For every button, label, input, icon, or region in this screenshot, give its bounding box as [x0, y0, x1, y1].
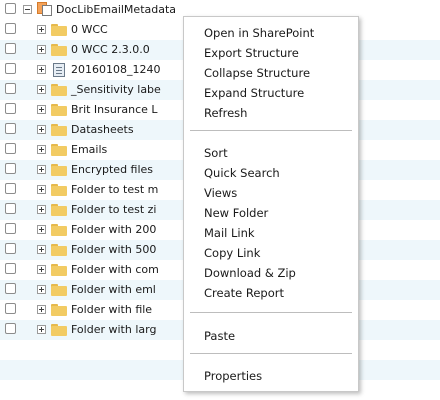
row-checkbox[interactable] [5, 263, 16, 274]
folder-icon [51, 304, 67, 316]
menu-item-expand-structure[interactable]: Expand Structure [204, 85, 304, 101]
expand-icon[interactable] [37, 205, 46, 214]
menu-item-export-structure[interactable]: Export Structure [204, 45, 299, 61]
menu-item-sort[interactable]: Sort [204, 145, 228, 161]
folder-icon [51, 224, 67, 236]
menu-item-open-in-sharepoint[interactable]: Open in SharePoint [204, 25, 314, 41]
menu-separator [190, 130, 352, 131]
expand-icon[interactable] [37, 45, 46, 54]
tree-row-label[interactable]: 0 WCC 2.3.0.0 [71, 43, 150, 57]
row-checkbox[interactable] [5, 103, 16, 114]
row-checkbox[interactable] [5, 323, 16, 334]
folder-icon [51, 124, 67, 136]
folder-icon [51, 184, 67, 196]
row-checkbox[interactable] [5, 223, 16, 234]
folder-icon [51, 284, 67, 296]
tree-row-label[interactable]: _Sensitivity labe [71, 83, 161, 97]
menu-item-collapse-structure[interactable]: Collapse Structure [204, 65, 310, 81]
menu-item-new-folder[interactable]: New Folder [204, 205, 268, 221]
row-checkbox[interactable] [5, 203, 16, 214]
context-menu: Open in SharePoint Export Structure Coll… [183, 16, 359, 392]
tree-row-label[interactable]: 0 WCC [71, 23, 108, 37]
menu-item-quick-search[interactable]: Quick Search [204, 165, 280, 181]
folder-icon [51, 164, 67, 176]
row-checkbox[interactable] [5, 123, 16, 134]
folder-icon [51, 244, 67, 256]
row-checkbox[interactable] [5, 83, 16, 94]
row-checkbox[interactable] [5, 43, 16, 54]
row-checkbox[interactable] [5, 163, 16, 174]
menu-item-create-report[interactable]: Create Report [204, 285, 284, 301]
tree-row-label[interactable]: Folder with larg [71, 323, 156, 337]
document-icon [53, 63, 65, 77]
row-checkbox[interactable] [5, 3, 16, 14]
expand-icon[interactable] [37, 165, 46, 174]
menu-item-views[interactable]: Views [204, 185, 237, 201]
row-checkbox[interactable] [5, 63, 16, 74]
folder-icon [51, 324, 67, 336]
menu-item-properties[interactable]: Properties [204, 368, 262, 384]
expand-icon[interactable] [37, 25, 46, 34]
tree-row-label[interactable]: Folder with 500 [71, 243, 156, 257]
row-checkbox[interactable] [5, 23, 16, 34]
row-checkbox[interactable] [5, 243, 16, 254]
tree-row-label[interactable]: Datasheets [71, 123, 134, 137]
menu-item-paste[interactable]: Paste [204, 328, 235, 344]
tree-row-label[interactable]: Folder with com [71, 263, 159, 277]
menu-item-mail-link[interactable]: Mail Link [204, 225, 255, 241]
expand-icon[interactable] [37, 85, 46, 94]
expand-icon[interactable] [37, 125, 46, 134]
collapse-icon[interactable] [23, 5, 32, 14]
tree-row-label[interactable]: Folder with eml [71, 283, 156, 297]
document-library-icon [37, 2, 52, 16]
row-checkbox[interactable] [5, 303, 16, 314]
tree-row-label[interactable]: Folder to test zi [71, 203, 156, 217]
folder-icon [51, 44, 67, 56]
expand-icon[interactable] [37, 265, 46, 274]
menu-item-refresh[interactable]: Refresh [204, 105, 247, 121]
row-checkbox[interactable] [5, 143, 16, 154]
expand-icon[interactable] [37, 245, 46, 254]
folder-icon [51, 144, 67, 156]
expand-icon[interactable] [37, 305, 46, 314]
folder-icon [51, 84, 67, 96]
tree-row-label[interactable]: Emails [71, 143, 107, 157]
tree-row-label[interactable]: Folder with file [71, 303, 152, 317]
tree-row-label[interactable]: Folder with 200 [71, 223, 156, 237]
menu-separator [190, 312, 352, 313]
row-checkbox[interactable] [5, 183, 16, 194]
folder-icon [51, 264, 67, 276]
menu-separator [190, 353, 352, 354]
tree-row-label[interactable]: Folder to test m [71, 183, 158, 197]
expand-icon[interactable] [37, 285, 46, 294]
tree-root-label[interactable]: DocLibEmailMetadata [56, 3, 176, 17]
expand-icon[interactable] [37, 105, 46, 114]
menu-item-download-zip[interactable]: Download & Zip [204, 265, 296, 281]
expand-icon[interactable] [37, 145, 46, 154]
row-checkbox[interactable] [5, 283, 16, 294]
folder-icon [51, 104, 67, 116]
tree-row-label[interactable]: 20160108_1240 [71, 63, 160, 77]
expand-icon[interactable] [37, 65, 46, 74]
folder-icon [51, 204, 67, 216]
expand-icon[interactable] [37, 325, 46, 334]
tree-row-label[interactable]: Encrypted files [71, 163, 153, 177]
tree-row-label[interactable]: Brit Insurance L [71, 103, 158, 117]
expand-icon[interactable] [37, 225, 46, 234]
folder-icon [51, 24, 67, 36]
menu-item-copy-link[interactable]: Copy Link [204, 245, 260, 261]
expand-icon[interactable] [37, 185, 46, 194]
